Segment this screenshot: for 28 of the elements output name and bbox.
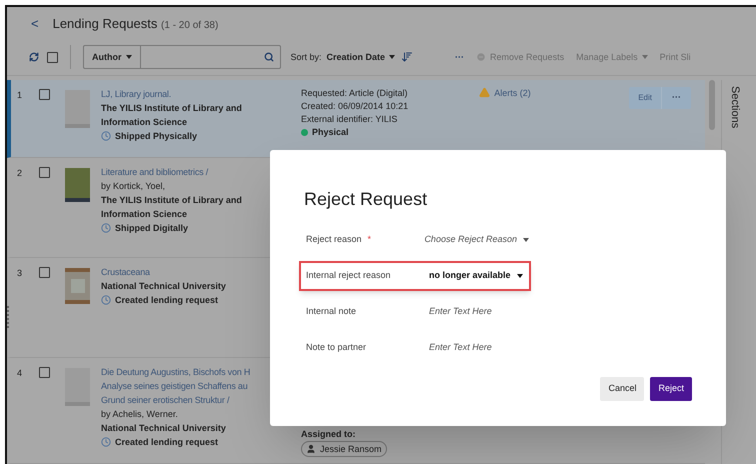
row-number: 4 — [17, 368, 22, 378]
status-text: Created lending request — [115, 436, 218, 449]
row-number: 3 — [17, 268, 22, 278]
institution-text: The YILIS Institute of Library and Information Science — [101, 194, 243, 221]
status-text: Shipped Digitally — [115, 222, 188, 235]
author-text: by Kortick, Yoel, — [101, 180, 166, 193]
field-label: Note to partner — [306, 341, 366, 354]
author-text: by Achelis, Werner. — [101, 408, 179, 421]
field-label: Reject reason — [306, 233, 362, 246]
sort-label: Sort by: — [290, 50, 322, 64]
format-text: Physical — [312, 126, 349, 139]
status-text: Shipped Physically — [115, 130, 198, 143]
assigned-label: Assigned to: — [301, 428, 357, 441]
result-count: (1 - 20 of 38) — [161, 20, 218, 31]
page-title: Lending Requests — [52, 16, 158, 31]
institution-text: National Technical University — [101, 422, 227, 435]
institution-text: National Technical University — [101, 280, 227, 293]
row-number: 1 — [17, 90, 22, 100]
row-number: 2 — [17, 168, 22, 178]
field-label: Internal reject reason — [306, 269, 391, 282]
requested-text: Requested: Article (Digital) — [301, 87, 409, 100]
external-id-text: External identifier: YILIS — [301, 113, 398, 126]
field-label: Internal note — [306, 305, 356, 318]
required-mark: * — [368, 233, 372, 246]
status-text: Created lending request — [115, 294, 218, 307]
dialog-title: Reject Request — [304, 188, 428, 211]
created-text: Created: 06/09/2014 10:21 — [301, 100, 410, 113]
institution-text: The YILIS Institute of Library and Information Science — [101, 102, 243, 129]
